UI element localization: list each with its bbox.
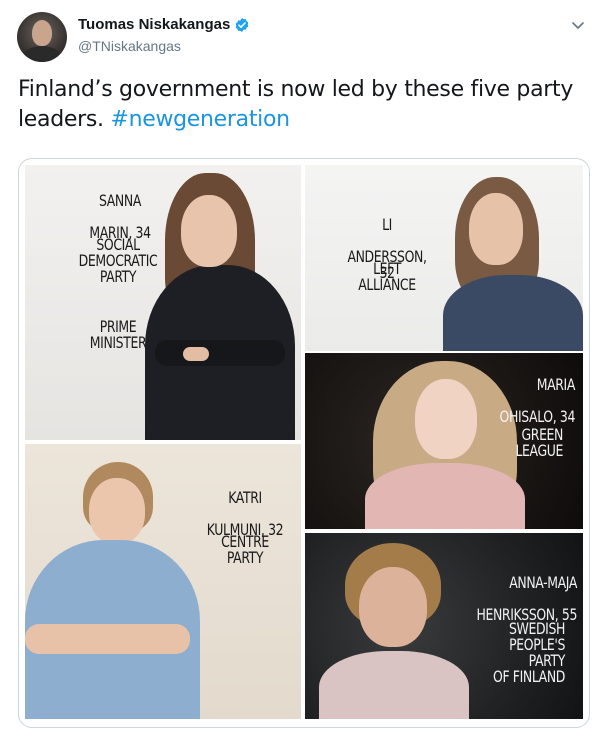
- hashtag-link[interactable]: #newgeneration: [110, 107, 290, 132]
- portrait-anna-maja-henriksson: [319, 533, 469, 719]
- caption-party: LEFT ALLIANCE: [358, 259, 416, 294]
- caption-name-line2: OHISALO, 34: [499, 407, 576, 426]
- caption-name-line1: SANNA: [99, 191, 141, 210]
- face: [89, 478, 145, 544]
- author-handle[interactable]: @TNiskakangas: [78, 38, 181, 54]
- portrait-katri-kulmuni: [25, 444, 200, 719]
- face: [415, 379, 477, 459]
- verified-badge-icon: [234, 17, 250, 33]
- tweet-text: Finland’s government is now led by these…: [18, 75, 578, 135]
- avatar[interactable]: [17, 12, 67, 62]
- face: [469, 193, 523, 265]
- face: [359, 567, 427, 647]
- portrait-sanna-marin: [143, 165, 301, 440]
- avatar-face: [32, 20, 52, 46]
- tweet-body: Finland’s government is now led by these…: [18, 77, 574, 132]
- avatar-shoulders: [22, 46, 62, 62]
- caption-name-line1: MARIA: [536, 375, 576, 394]
- caption-role: PRIME MINISTER: [89, 317, 147, 352]
- panel-sanna-marin: SANNA MARIN, 34 SOCIAL DEMOCRATIC PARTY …: [25, 165, 301, 440]
- caption-name-line1: KATRI: [228, 488, 262, 507]
- arms: [155, 340, 285, 366]
- blouse: [365, 463, 525, 529]
- caption-name-line1: LI: [382, 215, 392, 234]
- caption-party: GREEN LEAGUE: [515, 425, 563, 460]
- tweet-card: Tuomas Niskakangas @TNiskakangas Finland…: [0, 0, 607, 737]
- face: [181, 195, 237, 267]
- panel-katri-kulmuni: KATRI KULMUNI, 32 CENTRE PARTY: [25, 444, 301, 719]
- caption-party: SOCIAL DEMOCRATIC PARTY: [78, 235, 158, 286]
- hand: [183, 347, 209, 361]
- caption-party: CENTRE PARTY: [221, 532, 269, 567]
- portrait-li-andersson: [443, 165, 583, 351]
- panel-li-andersson: LI ANDERSSON, 32 LEFT ALLIANCE: [305, 165, 583, 351]
- tweet-image[interactable]: SANNA MARIN, 34 SOCIAL DEMOCRATIC PARTY …: [18, 158, 590, 728]
- caption-party: SWEDISH PEOPLE'S PARTY OF FINLAND: [493, 619, 565, 686]
- author-name-row: Tuomas Niskakangas: [78, 16, 250, 33]
- chevron-down-icon[interactable]: [569, 16, 587, 34]
- top: [319, 651, 469, 719]
- jacket: [443, 275, 583, 351]
- caption-name-line1: ANNA-MAJA: [509, 573, 577, 592]
- panel-anna-maja-henriksson: ANNA-MAJA HENRIKSSON, 55 SWEDISH PEOPLE'…: [305, 533, 583, 719]
- arms: [25, 624, 190, 654]
- author-name[interactable]: Tuomas Niskakangas: [78, 16, 230, 33]
- panel-maria-ohisalo: MARIA OHISALO, 34 GREEN LEAGUE: [305, 353, 583, 529]
